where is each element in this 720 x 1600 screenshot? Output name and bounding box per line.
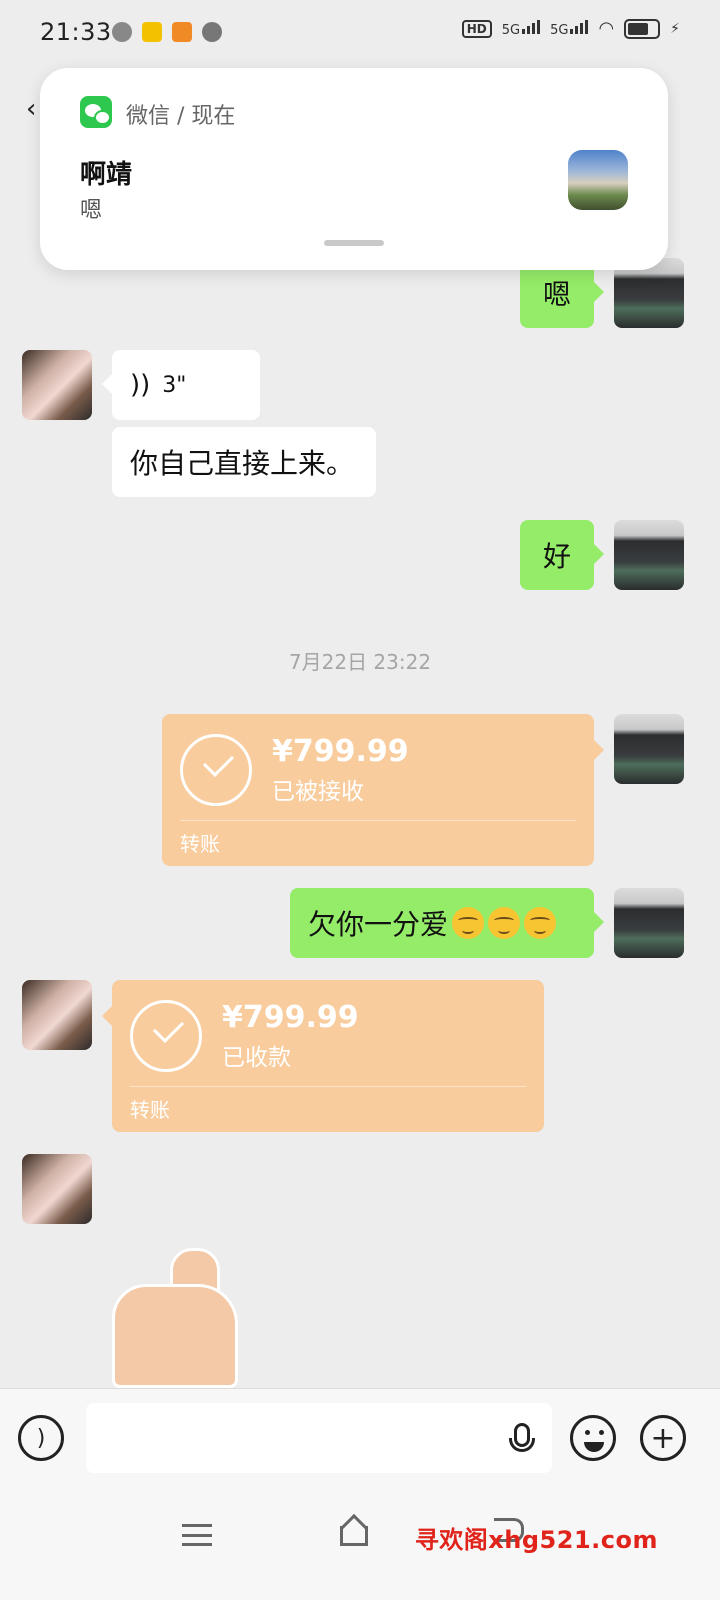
voice-duration: 3" [162,372,187,398]
transfer-divider [180,820,576,821]
status-bar: 21:33 HD 5G 5G ◠ ⚡ [0,0,720,64]
battery-icon [624,18,661,39]
message-input[interactable] [86,1403,552,1473]
message-text: 嗯 [542,278,571,311]
status-time: 21:33 [40,18,112,46]
transfer-status: 已收款 [222,1045,291,1071]
contact-avatar[interactable] [22,350,92,420]
hd-icon: HD [461,19,492,38]
message-text: 欠你一分爱 [308,908,449,941]
back-arrow-icon[interactable]: ‹ [26,94,36,124]
message-text: 好 [542,540,571,573]
thumbs-up-sticker[interactable] [112,1248,244,1388]
notification-banner[interactable]: 微信 / 现在 啊靖 嗯 [40,68,668,270]
video-app-icon [172,22,192,42]
watermark: 寻欢阁xhg521.com [414,1526,658,1554]
my-avatar[interactable] [614,714,684,784]
home-icon[interactable] [338,1516,370,1546]
notification-sender: 啊靖 [80,160,133,190]
signal-5g-1: 5G [502,19,541,38]
message-text: 你自己直接上来。 [130,447,355,480]
message-icon [202,22,222,42]
transfer-amount: ¥799.99 [222,1000,359,1035]
charging-icon: ⚡ [670,20,680,37]
my-avatar[interactable] [614,888,684,958]
signal-5g-2: 5G [550,19,589,38]
voice-input-button[interactable]: ) [18,1415,64,1461]
chat-input-bar: ) + [0,1388,720,1489]
transfer-status: 已被接收 [272,779,364,805]
wechat-icon [80,96,112,128]
chat-bubbles-icon [112,22,132,42]
recents-menu-icon[interactable] [182,1524,212,1546]
contact-avatar[interactable] [22,1154,92,1224]
contact-avatar[interactable] [22,980,92,1050]
emoji-button[interactable] [570,1415,616,1461]
app-notification-icon [142,22,162,42]
voice-icon: )) [130,370,151,400]
outgoing-message[interactable]: 好 [520,520,604,590]
notification-message: 嗯 [80,198,103,223]
fist-shape [112,1284,238,1388]
outgoing-message[interactable]: 欠你一分爱 [290,888,604,958]
microphone-icon[interactable] [509,1423,535,1452]
voice-message[interactable]: )) 3" [102,350,260,420]
flushed-emoji-icon [452,907,485,939]
notification-app: 微信 / 现在 [126,104,236,129]
incoming-message[interactable]: 你自己直接上来。 [112,427,376,497]
check-circle-icon [130,1000,202,1072]
transfer-divider [130,1086,526,1087]
transfer-label: 转账 [130,1098,170,1122]
system-indicators: HD 5G 5G ◠ ⚡ [461,18,680,39]
system-nav-bar: 寻欢阁xhg521.com [0,1488,720,1600]
flushed-emoji-icon [488,907,521,939]
transfer-card-sent[interactable]: ¥799.99 已被接收 转账 [162,714,604,866]
my-avatar[interactable] [614,520,684,590]
check-circle-icon [180,734,252,806]
transfer-card-received[interactable]: ¥799.99 已收款 转账 [102,980,544,1132]
drag-handle[interactable] [324,240,384,246]
transfer-amount: ¥799.99 [272,734,409,769]
flushed-emoji-icon [524,907,557,939]
add-button[interactable]: + [640,1415,686,1461]
wifi-icon: ◠ [598,18,615,39]
notification-avatar [568,150,628,210]
message-timestamp: 7月22日 23:22 [288,650,432,674]
transfer-label: 转账 [180,832,220,856]
